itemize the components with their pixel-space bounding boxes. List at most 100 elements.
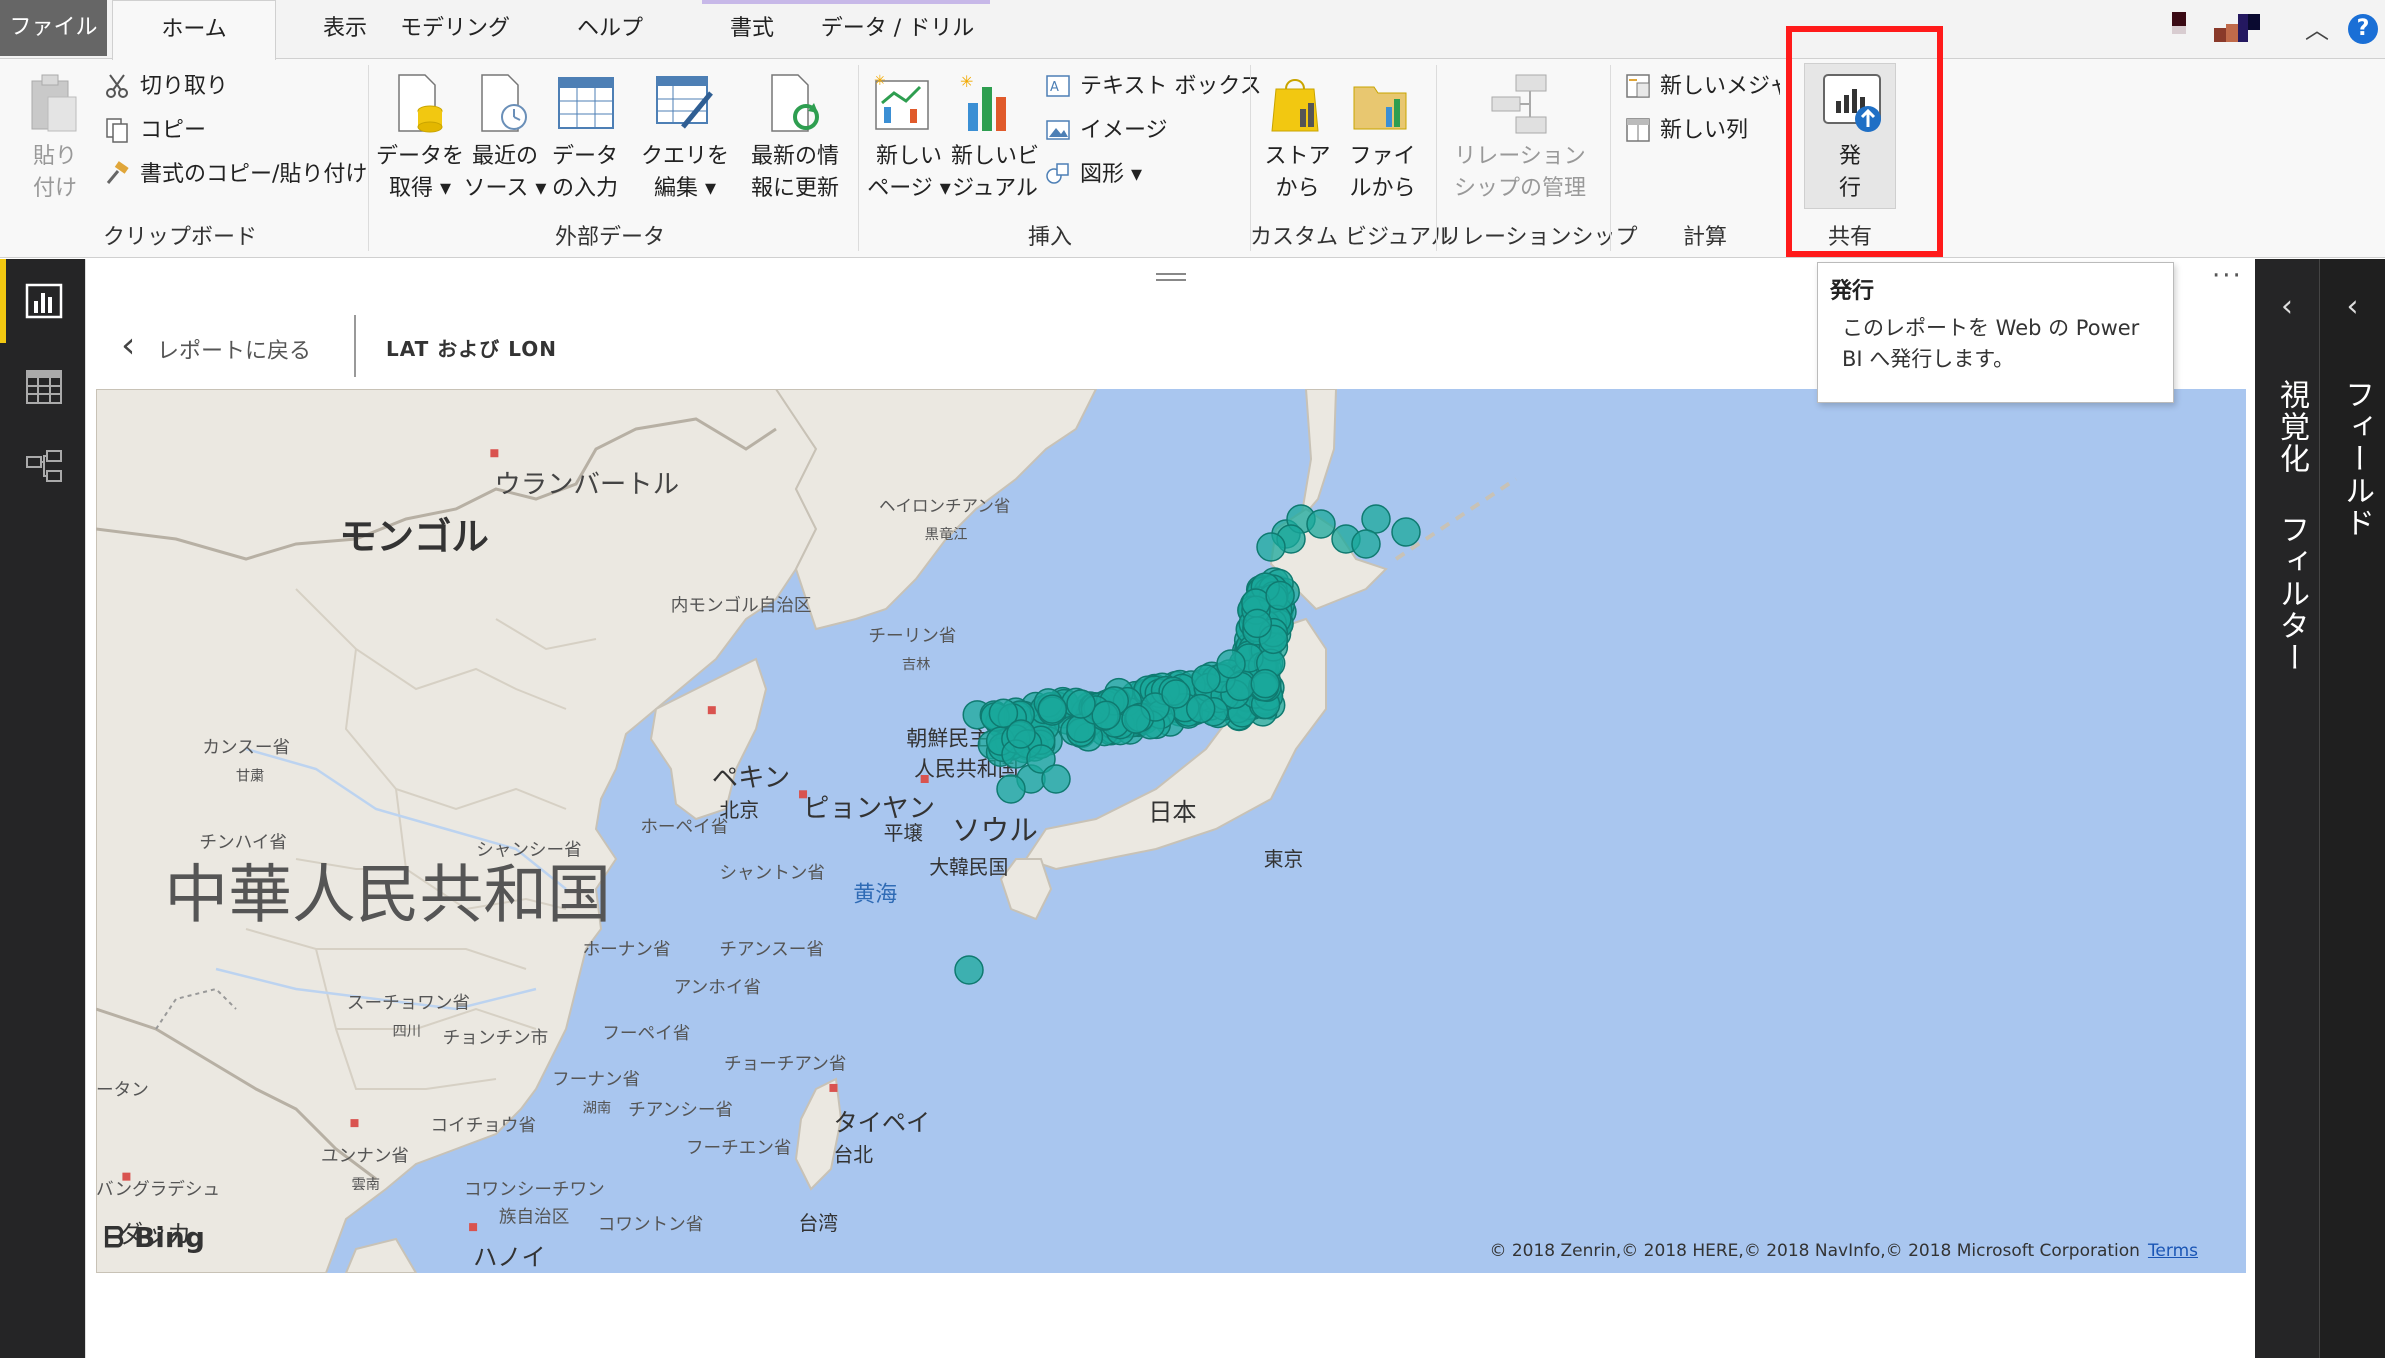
fields-pane-label[interactable]: フィールド <box>2334 379 2378 539</box>
report-view-icon[interactable] <box>25 283 63 319</box>
tab-help[interactable]: ヘルプ <box>560 0 660 58</box>
map-label-heilongjiang: ヘイロンチアン省 <box>879 496 1010 515</box>
report-page: ··· ‹ レポートに戻る LAT および LON モンゴル ウランバートル ヘ… <box>85 259 2255 1358</box>
edit-queries-button[interactable]: クエリを 編集 ▾ <box>640 141 730 205</box>
from-store-button[interactable]: ストア から <box>1255 141 1340 205</box>
more-options-icon[interactable]: ··· <box>2212 261 2243 291</box>
map-data-point[interactable] <box>1265 580 1295 611</box>
new-measure-button[interactable]: 新しいメジャー <box>1660 71 1780 103</box>
format-painter-button[interactable]: 書式のコピー/貼り付け <box>140 159 367 191</box>
map-data-point[interactable] <box>1121 704 1151 734</box>
tab-modeling[interactable]: モデリング <box>395 0 515 58</box>
collapse-ribbon-icon[interactable]: ︿ <box>2305 10 2329 45</box>
relationship-view-icon[interactable] <box>25 449 63 485</box>
map-label-hunan-cn: 湖南 <box>583 1099 612 1116</box>
new-page-label-1: 新しい <box>875 144 942 169</box>
map-data-point[interactable] <box>996 774 1026 804</box>
new-column-icon <box>1626 118 1650 142</box>
new-visual-label-1: 新しいビ <box>950 144 1039 169</box>
terms-link[interactable]: Terms <box>2148 1241 2198 1261</box>
fields-pane[interactable]: ‹ フィールド <box>2320 259 2385 1358</box>
map-label-hebei: ホーペイ省 <box>640 818 728 838</box>
tab-data-drill[interactable]: データ / ドリル <box>810 0 985 58</box>
city-dot <box>490 449 499 458</box>
map-data-point[interactable] <box>1041 764 1071 794</box>
drag-grip-icon[interactable] <box>1156 273 1186 281</box>
ribbon-separator <box>368 65 369 251</box>
map-data-point[interactable] <box>1185 693 1216 724</box>
help-icon[interactable]: ? <box>2348 14 2378 44</box>
map-data-point[interactable] <box>1216 649 1246 679</box>
map-data-point[interactable] <box>1256 532 1286 562</box>
recent-sources-button[interactable]: 最近の ソース ▾ <box>460 141 550 205</box>
custom-visuals-group-label: カスタム ビジュアル <box>1250 225 1453 250</box>
tooltip-title: 発行 <box>1830 279 1875 304</box>
map-data-point[interactable] <box>1361 504 1391 534</box>
map-label-yellow-sea: 黄海 <box>853 882 897 907</box>
map-data-point[interactable] <box>1006 719 1036 749</box>
map-data-point[interactable] <box>1037 694 1068 724</box>
calculations-group-label: 計算 <box>1682 225 1727 250</box>
expand-visualizations-icon[interactable]: ‹ <box>2255 289 2319 324</box>
map-data-point[interactable] <box>1391 517 1421 547</box>
manage-relationships-label-2: シップの管理 <box>1453 176 1586 201</box>
map-data-point[interactable] <box>1351 529 1381 559</box>
copy-button[interactable]: コピー <box>140 115 206 147</box>
map-label-heilongjiang-cn: 黒竜江 <box>925 526 968 543</box>
map-label-sichuan-cn: 四川 <box>392 1024 421 1040</box>
scissors-icon <box>106 74 128 98</box>
tab-home[interactable]: ホーム <box>112 0 276 60</box>
manage-relationships-label-1: リレーション <box>1454 144 1586 169</box>
visualizations-filters-pane[interactable]: ‹ 視覚化 フィルター <box>2255 259 2320 1358</box>
map-data-point[interactable] <box>1091 700 1121 730</box>
city-dot <box>829 1083 838 1092</box>
map-data-point[interactable] <box>1306 509 1336 539</box>
map-label-guangxi2: 族自治区 <box>499 1208 569 1228</box>
from-file-icon <box>1353 86 1407 130</box>
paste-label-2: 付け <box>32 176 77 201</box>
map-label-rok: 大韓民国 <box>929 856 1008 879</box>
image-button[interactable]: イメージ <box>1080 115 1168 147</box>
store-icon <box>1271 79 1319 132</box>
visualizations-pane-label[interactable]: 視覚化 <box>2269 379 2313 475</box>
filters-pane-label[interactable]: フィルター <box>2269 514 2313 674</box>
get-data-label-1: データを <box>375 144 464 169</box>
back-chevron-icon[interactable]: ‹ <box>121 325 135 366</box>
map-label-taipei-cn: 台北 <box>833 1143 873 1166</box>
map-label-yunnan-cn: 雲南 <box>351 1176 380 1193</box>
map-label-ulaanbaatar: ウランバートル <box>494 469 679 500</box>
refresh-button[interactable]: 最新の情 報に更新 <box>745 141 845 205</box>
expand-fields-icon[interactable]: ‹ <box>2320 289 2385 324</box>
kyushu-land <box>999 858 1053 921</box>
cut-button[interactable]: 切り取り <box>140 71 228 103</box>
new-page-button[interactable]: 新しい ページ ▾ <box>864 141 954 205</box>
map-data-point[interactable] <box>1191 664 1221 694</box>
new-column-button[interactable]: 新しい列 <box>1660 115 1748 147</box>
new-visual-button[interactable]: 新しいビ ジュアル <box>945 141 1045 205</box>
text-box-button[interactable]: テキスト ボックス <box>1080 71 1262 103</box>
tab-view[interactable]: 表示 <box>295 0 395 58</box>
map-data-point[interactable] <box>1161 679 1191 709</box>
get-data-label-2: 取得 ▾ <box>388 176 452 201</box>
from-file-button[interactable]: ファイ ルから <box>1340 141 1425 205</box>
map-data-point[interactable] <box>954 955 984 985</box>
map-data-point[interactable] <box>1066 689 1096 719</box>
data-view-icon[interactable] <box>25 369 63 405</box>
user-swatch-4 <box>2226 24 2238 42</box>
get-data-icon <box>398 74 443 133</box>
tab-file[interactable]: ファイル <box>0 0 107 56</box>
map-data-point[interactable] <box>1242 608 1273 639</box>
city-dot <box>707 706 716 715</box>
visual-title: LAT および LON <box>386 337 558 361</box>
relationships-group-label: リレーションシップ <box>1440 225 1638 250</box>
paste-button[interactable]: 貼り 付け <box>20 141 90 205</box>
map-data-point[interactable] <box>1250 668 1281 699</box>
manage-relationships-button[interactable]: リレーション シップの管理 <box>1445 141 1595 205</box>
shapes-button[interactable]: 図形 ▾ <box>1080 159 1142 191</box>
map-visual[interactable]: モンゴル ウランバートル ヘイロンチアン省 黒竜江 内モンゴル自治区 チーリン省 吉林 カンス… <box>96 389 2246 1273</box>
enter-data-button[interactable]: データ の入力 <box>540 141 630 205</box>
back-to-report-link[interactable]: レポートに戻る <box>157 333 311 365</box>
get-data-button[interactable]: データを 取得 ▾ <box>375 141 465 205</box>
map-label-bangladesh: バングラデシュ <box>96 1179 220 1200</box>
tab-format[interactable]: 書式 <box>702 0 802 58</box>
